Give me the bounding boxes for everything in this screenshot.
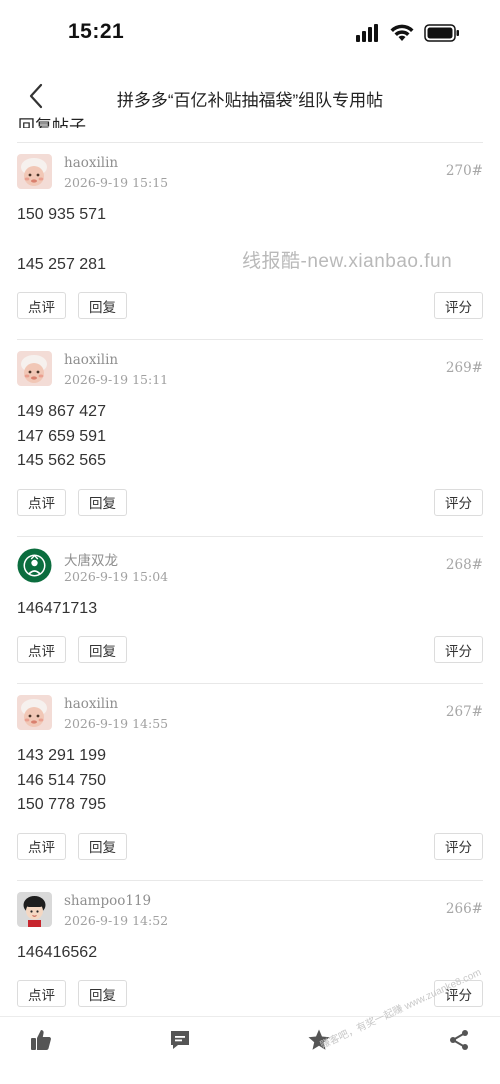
post-body: 146416562 (17, 937, 483, 966)
post-item: haoxilin 2026-9-19 14:55 267# 143 291 199 14… (0, 684, 500, 880)
post-time: 2026-9-19 15:15 (64, 175, 169, 190)
post-line: 146471713 (17, 599, 98, 617)
post-time: 2026-9-19 14:55 (64, 716, 169, 731)
post-body: 150 935 571 145 257 281 (17, 199, 483, 277)
floor-number: 267# (445, 704, 483, 720)
rate-button[interactable]: 评分 (434, 832, 483, 860)
user-name[interactable]: shampoo119 (64, 893, 151, 909)
wifi-icon (390, 24, 414, 41)
post-actions: 点评 回复 评分 (17, 965, 483, 1016)
post-line: 145 562 565 (17, 452, 106, 469)
post-line: 145 257 281 (17, 255, 106, 273)
rate-button[interactable]: 评分 (434, 488, 483, 516)
avatar[interactable] (17, 154, 52, 189)
user-name[interactable]: haoxilin (64, 696, 118, 712)
status-bar: 15:21 (0, 0, 500, 66)
post-actions: 点评 回复 评分 (17, 277, 483, 339)
partial-text: 回复帖子 (18, 117, 86, 128)
comment-button[interactable]: 点评 (17, 980, 66, 1007)
post-body: 149 867 427 147 659 591 145 562 565 (17, 396, 483, 474)
user-name[interactable]: 大唐双龙 (64, 549, 118, 569)
post-list: haoxilin 2026-9-19 15:15 270# 150 935 571 14… (0, 142, 500, 1016)
post-time: 2026-9-19 15:11 (64, 372, 169, 387)
post-header: haoxilin 2026-9-19 15:15 270# (17, 143, 483, 199)
post-time: 2026-9-19 14:52 (64, 912, 169, 928)
thumbs-up-icon (31, 1030, 51, 1050)
reply-button[interactable]: 回复 (78, 292, 127, 319)
floor-number: 266# (445, 900, 483, 917)
comment-button[interactable]: 点评 (17, 292, 66, 319)
floor-number: 268# (445, 556, 483, 573)
avatar[interactable] (17, 695, 52, 730)
post-actions: 点评 回复 评分 (17, 818, 483, 880)
star-icon (308, 1029, 330, 1050)
post-body: 143 291 199 146 514 750 150 778 795 (17, 740, 483, 818)
comment-button[interactable]: 点评 (17, 488, 66, 516)
reply-button[interactable]: 回复 (78, 832, 127, 860)
post-line: 149 867 427 (17, 403, 106, 420)
avatar[interactable] (17, 891, 52, 927)
like-button[interactable] (28, 1027, 54, 1053)
post-item: haoxilin 2026-9-19 15:11 269# 149 867 427 14… (0, 340, 500, 536)
post-header: shampoo119 2026-9-19 14:52 266# (17, 881, 483, 937)
reply-button[interactable]: 回复 (78, 636, 127, 663)
post-actions: 点评 回复 评分 (17, 474, 483, 536)
post-line: 150 778 795 (17, 796, 106, 813)
bottom-toolbar (0, 1016, 500, 1084)
comment-button[interactable]: 点评 (17, 636, 66, 663)
avatar[interactable] (17, 351, 52, 386)
floor-number: 270# (445, 163, 483, 179)
post-header: 大唐双龙 2026-9-19 15:04 268# (17, 537, 483, 593)
status-icons (356, 24, 460, 42)
reply-button[interactable]: 回复 (78, 980, 127, 1007)
page-title: 拼多多“百亿补贴抽福袋”组队专用帖 (116, 91, 384, 110)
avatar[interactable] (17, 548, 52, 583)
user-name[interactable]: haoxilin (64, 352, 118, 368)
post-line: 146 514 750 (17, 771, 106, 789)
reply-button[interactable]: 回复 (78, 488, 127, 516)
share-icon (450, 1030, 468, 1050)
post-line: 147 659 591 (17, 427, 106, 445)
post-actions: 点评 回复 评分 (17, 621, 483, 683)
comment-tab-button[interactable] (167, 1027, 193, 1053)
rate-button[interactable]: 评分 (434, 292, 483, 319)
post-item: shampoo119 2026-9-19 14:52 266# 146416562 点评… (0, 881, 500, 1017)
post-header: haoxilin 2026-9-19 15:11 269# (17, 340, 483, 396)
post-time: 2026-9-19 15:04 (64, 568, 169, 584)
share-button[interactable] (446, 1027, 472, 1053)
signal-icon (356, 24, 378, 42)
comment-icon (171, 1031, 189, 1049)
favorite-button[interactable] (306, 1027, 332, 1053)
post-item: haoxilin 2026-9-19 15:15 270# 150 935 571 14… (0, 143, 500, 339)
post-header: haoxilin 2026-9-19 14:55 267# (17, 684, 483, 740)
post-item: 大唐双龙 2026-9-19 15:04 268# 146471713 点评 回复 评分 (0, 537, 500, 684)
status-time: 15:21 (68, 20, 125, 43)
post-line: 150 935 571 (17, 206, 106, 223)
post-line: 143 291 199 (17, 747, 106, 764)
post-body: 146471713 (17, 593, 483, 622)
post-line: 146416562 (17, 943, 98, 961)
rate-button[interactable]: 评分 (434, 636, 483, 663)
floor-number: 269# (445, 360, 483, 376)
comment-button[interactable]: 点评 (17, 832, 66, 860)
user-name[interactable]: haoxilin (64, 155, 118, 171)
rate-button[interactable]: 评分 (434, 980, 483, 1007)
battery-icon (424, 24, 459, 42)
